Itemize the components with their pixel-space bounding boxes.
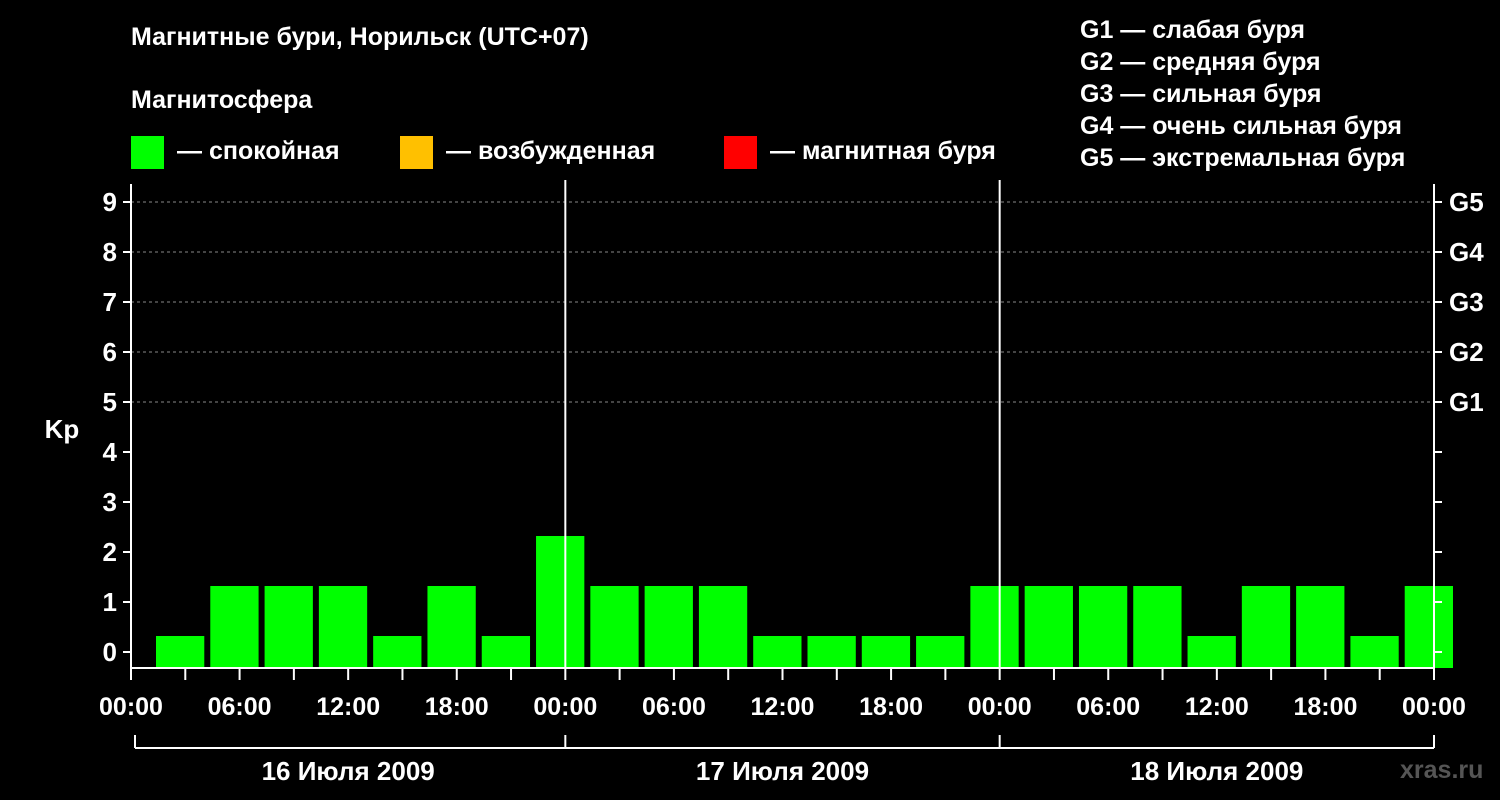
kp-bar bbox=[753, 636, 802, 668]
kp-bar bbox=[481, 636, 531, 668]
kp-bar bbox=[1187, 636, 1236, 668]
kp-bar bbox=[644, 586, 693, 668]
x-tick-label: 12:00 bbox=[751, 693, 815, 721]
y-tick-label: 6 bbox=[103, 337, 117, 367]
kp-bar bbox=[264, 586, 313, 668]
kp-bar bbox=[1133, 586, 1182, 668]
kp-bar bbox=[916, 636, 965, 668]
kp-bar bbox=[861, 636, 911, 668]
chart-title: Магнитные бури, Норильск (UTC+07) bbox=[131, 23, 589, 51]
y-tick-label: 9 bbox=[103, 187, 117, 217]
x-tick-label: 00:00 bbox=[533, 693, 597, 721]
kp-bar bbox=[156, 636, 205, 668]
kp-bar bbox=[1296, 586, 1345, 668]
y-tick-label: 8 bbox=[103, 237, 117, 267]
x-tick-label: 00:00 bbox=[1402, 693, 1466, 721]
y-axis-label: Kp bbox=[45, 414, 80, 444]
chart-subtitle: Магнитосфера bbox=[131, 86, 313, 114]
excited-swatch bbox=[400, 136, 433, 169]
legend-excited-label: — возбужденная bbox=[446, 137, 656, 165]
legend-storm-label: — магнитная буря bbox=[770, 137, 996, 165]
kp-bar bbox=[427, 586, 476, 668]
kp-bar bbox=[1078, 586, 1128, 668]
x-tick-label: 00:00 bbox=[968, 693, 1032, 721]
x-tick-label: 18:00 bbox=[1293, 693, 1357, 721]
kp-bar bbox=[1350, 636, 1399, 668]
g-scale-item: G3 — сильная буря bbox=[1080, 80, 1322, 108]
x-tick-label: 06:00 bbox=[1076, 693, 1140, 721]
kp-bar bbox=[373, 636, 422, 668]
watermark: xras.ru bbox=[1400, 756, 1484, 784]
calm-swatch bbox=[131, 136, 164, 169]
y-tick-label: 7 bbox=[103, 287, 117, 317]
x-tick-label: 18:00 bbox=[425, 693, 489, 721]
g-scale-item: G1 — слабая буря bbox=[1080, 16, 1306, 44]
kp-bar bbox=[318, 586, 368, 668]
x-tick-label: 12:00 bbox=[316, 693, 380, 721]
x-tick-label: 12:00 bbox=[1185, 693, 1249, 721]
g-tick-label: G2 bbox=[1449, 337, 1484, 367]
y-tick-label: 4 bbox=[103, 437, 118, 467]
storm-swatch bbox=[724, 136, 757, 169]
g-scale-item: G4 — очень сильная буря bbox=[1080, 112, 1402, 140]
kp-bar bbox=[1404, 586, 1453, 668]
kp-bar bbox=[807, 636, 856, 668]
x-tick-label: 18:00 bbox=[859, 693, 923, 721]
day-label: 18 Июля 2009 bbox=[1130, 756, 1303, 786]
x-tick-label: 06:00 bbox=[642, 693, 706, 721]
kp-bar bbox=[698, 586, 748, 668]
g-tick-label: G3 bbox=[1449, 287, 1484, 317]
kp-bar bbox=[970, 586, 1019, 668]
g-tick-label: G1 bbox=[1449, 387, 1484, 417]
kp-bar bbox=[1241, 586, 1291, 668]
y-tick-label: 2 bbox=[103, 537, 117, 567]
g-scale-legend: G1 — слабая буря G2 — средняя буря G3 — … bbox=[1080, 14, 1405, 174]
g-scale-item: G2 — средняя буря bbox=[1080, 48, 1321, 76]
x-tick-label: 06:00 bbox=[208, 693, 272, 721]
legend-calm-label: — спокойная bbox=[177, 137, 340, 165]
g-scale-item: G5 — экстремальная буря bbox=[1080, 144, 1406, 172]
y-tick-label: 0 bbox=[103, 637, 117, 667]
y-tick-label: 1 bbox=[103, 587, 117, 617]
x-tick-label: 00:00 bbox=[99, 693, 163, 721]
day-label: 17 Июля 2009 bbox=[696, 756, 869, 786]
kp-bar bbox=[1024, 586, 1073, 668]
g-tick-label: G4 bbox=[1449, 237, 1484, 267]
y-tick-label: 5 bbox=[103, 387, 117, 417]
kp-bar bbox=[590, 586, 639, 668]
kp-bar bbox=[536, 536, 585, 668]
y-tick-label: 3 bbox=[103, 487, 117, 517]
g-tick-label: G5 bbox=[1449, 187, 1484, 217]
kp-bar bbox=[210, 586, 259, 668]
day-label: 16 Июля 2009 bbox=[262, 756, 435, 786]
